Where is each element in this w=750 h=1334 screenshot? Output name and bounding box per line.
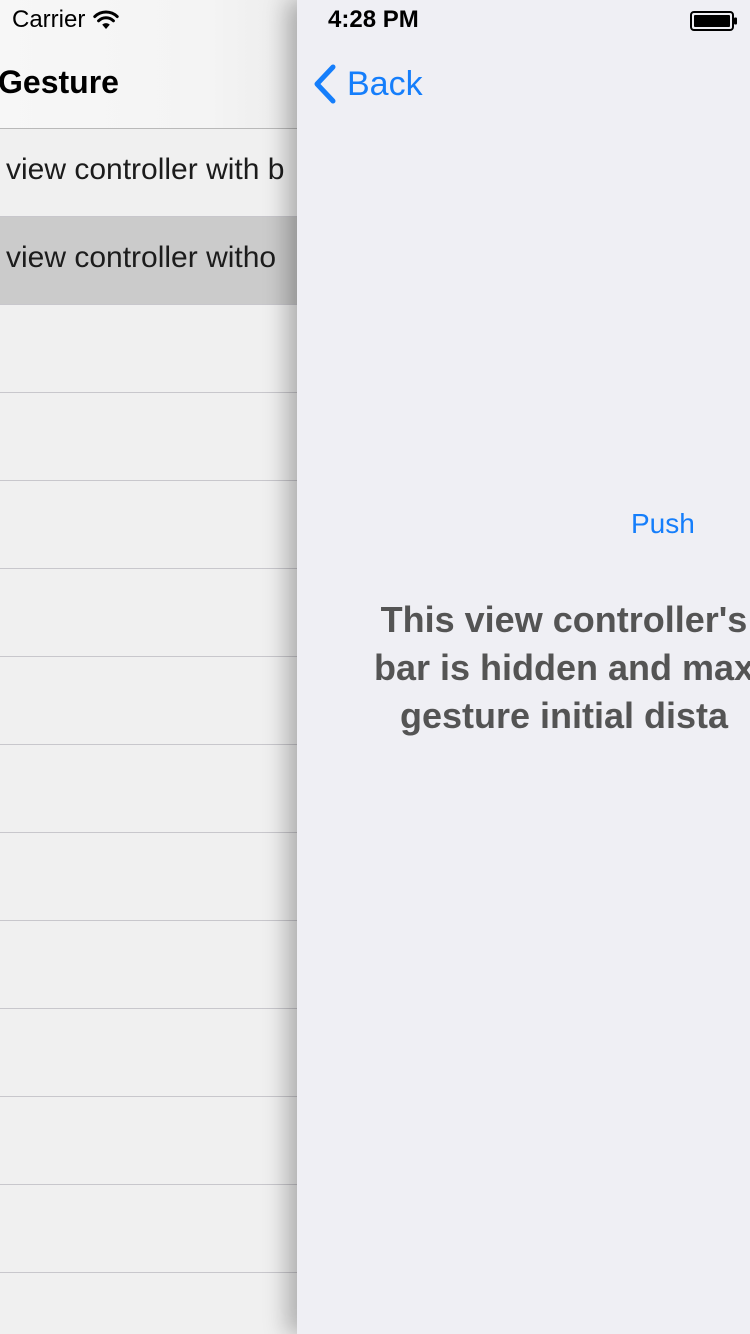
back-label: Back xyxy=(347,64,423,103)
wifi-icon xyxy=(93,10,120,29)
navigation-bar: Carrier Gesture xyxy=(0,0,297,129)
underlying-view-controller: Carrier Gesture view controller with b vi… xyxy=(0,0,297,1334)
battery-icon xyxy=(690,11,737,31)
table-row[interactable] xyxy=(0,657,297,745)
table-row[interactable] xyxy=(0,745,297,833)
status-bar-time: 4:28 PM xyxy=(328,6,419,33)
table-row[interactable] xyxy=(0,305,297,393)
table-row[interactable] xyxy=(0,481,297,569)
table-row[interactable] xyxy=(0,1009,297,1097)
table-row[interactable] xyxy=(0,1097,297,1185)
table-row[interactable]: view controller witho xyxy=(0,217,297,305)
push-button[interactable]: Push xyxy=(631,508,695,540)
table-row[interactable] xyxy=(0,1273,297,1334)
table-row[interactable] xyxy=(0,1185,297,1273)
top-view-controller: 4:28 PM Back Push This view controller's… xyxy=(297,0,750,1334)
description-line: bar is hidden and max xyxy=(373,647,750,688)
screen: Carrier Gesture view controller with b vi… xyxy=(0,0,750,1334)
chevron-left-icon xyxy=(314,64,336,104)
table-row[interactable] xyxy=(0,833,297,921)
table-row-label: view controller with b xyxy=(6,153,285,186)
table-row[interactable] xyxy=(0,569,297,657)
back-button[interactable]: Back xyxy=(311,62,423,106)
nav-title: Gesture xyxy=(0,64,119,100)
table-row[interactable]: view controller with b xyxy=(0,129,297,217)
table-row[interactable] xyxy=(0,393,297,481)
description-line: gesture initial dista xyxy=(399,695,729,736)
table-view: view controller with b view controller wi… xyxy=(0,129,297,1334)
status-bar-carrier: Carrier xyxy=(12,6,120,34)
table-row-label: view controller witho xyxy=(6,241,277,274)
description-text: This view controller's bar is hidden and… xyxy=(297,596,750,740)
description-line: This view controller's xyxy=(380,599,748,640)
table-row[interactable] xyxy=(0,921,297,1009)
carrier-label: Carrier xyxy=(12,6,86,33)
